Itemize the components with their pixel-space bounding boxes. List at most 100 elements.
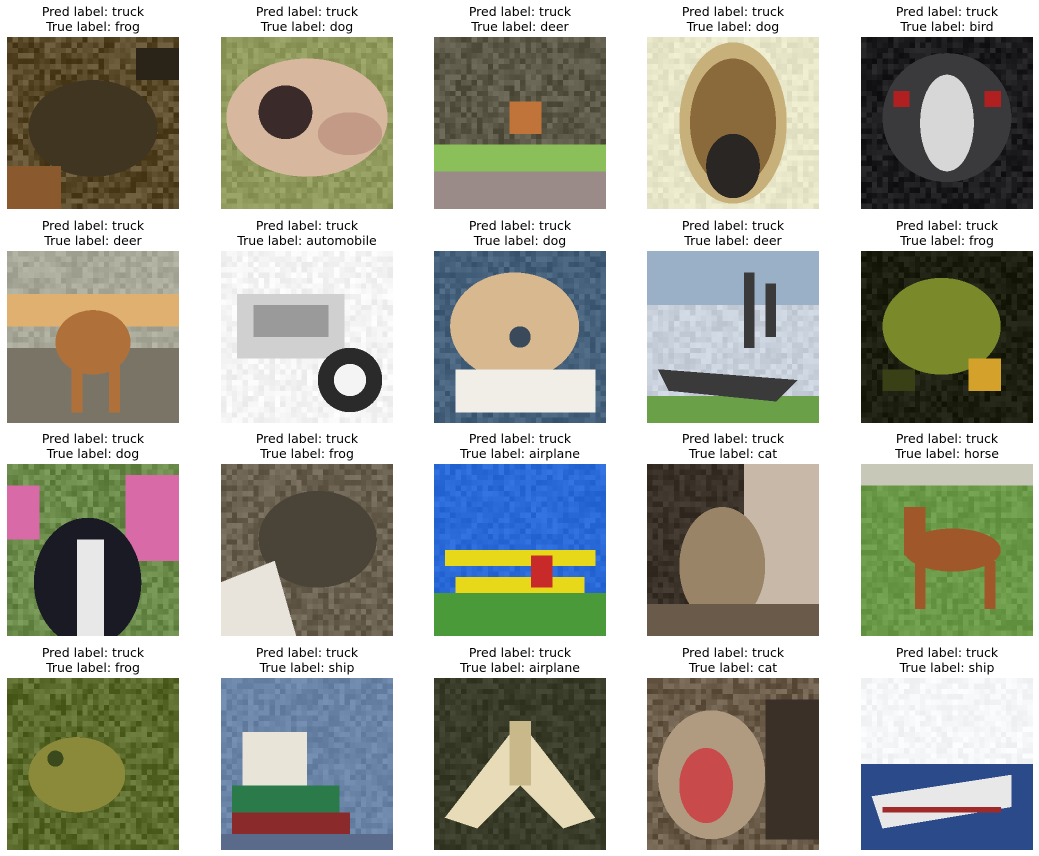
true-label: True label: dog [404, 233, 636, 248]
sample-image [647, 678, 819, 850]
sample-image-pixels [7, 464, 179, 636]
pred-label: Pred label: truck [191, 218, 423, 233]
sample-image [647, 464, 819, 636]
pred-label: Pred label: truck [617, 4, 849, 19]
true-label: True label: deer [404, 19, 636, 34]
sample-image [221, 37, 393, 209]
panel-title: Pred label: truck True label: deer [0, 218, 209, 248]
panel-title: Pred label: truck True label: ship [191, 645, 423, 675]
sample-image-pixels [861, 464, 1033, 636]
pred-label: Pred label: truck [404, 4, 636, 19]
sample-image-pixels [434, 464, 606, 636]
sample-image-pixels [647, 37, 819, 209]
panel-title: Pred label: truck True label: frog [831, 218, 1039, 248]
true-label: True label: frog [0, 19, 209, 34]
sample-image-pixels [861, 251, 1033, 423]
true-label: True label: horse [831, 446, 1039, 461]
sample-image [861, 251, 1033, 423]
panel-title: Pred label: truck True label: ship [831, 645, 1039, 675]
true-label: True label: frog [831, 233, 1039, 248]
sample-image-pixels [434, 251, 606, 423]
true-label: True label: bird [831, 19, 1039, 34]
pred-label: Pred label: truck [0, 645, 209, 660]
pred-label: Pred label: truck [404, 218, 636, 233]
panel-title: Pred label: truck True label: bird [831, 4, 1039, 34]
panel-title: Pred label: truck True label: frog [0, 4, 209, 34]
sample-image [221, 464, 393, 636]
image-grid: Pred label: truck True label: frog Pred la… [0, 0, 1039, 856]
sample-image [861, 37, 1033, 209]
panel-title: Pred label: truck True label: cat [617, 431, 849, 461]
sample-image-pixels [434, 678, 606, 850]
sample-image [647, 251, 819, 423]
sample-image-pixels [221, 37, 393, 209]
panel-title: Pred label: truck True label: dog [404, 218, 636, 248]
sample-image-pixels [221, 464, 393, 636]
sample-image-pixels [647, 251, 819, 423]
sample-image [221, 678, 393, 850]
sample-image-pixels [647, 678, 819, 850]
panel-title: Pred label: truck True label: dog [0, 431, 209, 461]
panel-title: Pred label: truck True label: deer [404, 4, 636, 34]
sample-image-pixels [7, 678, 179, 850]
sample-image [434, 678, 606, 850]
sample-image-pixels [221, 678, 393, 850]
pred-label: Pred label: truck [191, 431, 423, 446]
panel-title: Pred label: truck True label: horse [831, 431, 1039, 461]
sample-image-pixels [647, 464, 819, 636]
true-label: True label: dog [191, 19, 423, 34]
true-label: True label: cat [617, 446, 849, 461]
sample-image [434, 251, 606, 423]
true-label: True label: automobile [191, 233, 423, 248]
sample-image-pixels [7, 251, 179, 423]
pred-label: Pred label: truck [0, 4, 209, 19]
sample-image [434, 464, 606, 636]
panel-title: Pred label: truck True label: cat [617, 645, 849, 675]
true-label: True label: cat [617, 660, 849, 675]
true-label: True label: deer [617, 233, 849, 248]
panel-title: Pred label: truck True label: deer [617, 218, 849, 248]
pred-label: Pred label: truck [831, 4, 1039, 19]
sample-image-pixels [221, 251, 393, 423]
pred-label: Pred label: truck [404, 431, 636, 446]
pred-label: Pred label: truck [617, 645, 849, 660]
pred-label: Pred label: truck [831, 218, 1039, 233]
sample-image-pixels [7, 37, 179, 209]
panel-title: Pred label: truck True label: dog [191, 4, 423, 34]
pred-label: Pred label: truck [617, 431, 849, 446]
sample-image [647, 37, 819, 209]
panel-title: Pred label: truck True label: automobile [191, 218, 423, 248]
sample-image [861, 464, 1033, 636]
panel-title: Pred label: truck True label: frog [191, 431, 423, 461]
pred-label: Pred label: truck [0, 218, 209, 233]
sample-image [7, 37, 179, 209]
sample-image-pixels [434, 37, 606, 209]
panel-title: Pred label: truck True label: airplane [404, 645, 636, 675]
sample-image-pixels [861, 678, 1033, 850]
panel-title: Pred label: truck True label: dog [617, 4, 849, 34]
pred-label: Pred label: truck [831, 645, 1039, 660]
true-label: True label: deer [0, 233, 209, 248]
sample-image [221, 251, 393, 423]
true-label: True label: dog [617, 19, 849, 34]
true-label: True label: frog [0, 660, 209, 675]
sample-image [434, 37, 606, 209]
panel-title: Pred label: truck True label: airplane [404, 431, 636, 461]
panel-title: Pred label: truck True label: frog [0, 645, 209, 675]
pred-label: Pred label: truck [0, 431, 209, 446]
true-label: True label: ship [191, 660, 423, 675]
pred-label: Pred label: truck [831, 431, 1039, 446]
pred-label: Pred label: truck [617, 218, 849, 233]
true-label: True label: ship [831, 660, 1039, 675]
sample-image [7, 251, 179, 423]
true-label: True label: airplane [404, 660, 636, 675]
pred-label: Pred label: truck [191, 645, 423, 660]
sample-image [861, 678, 1033, 850]
true-label: True label: dog [0, 446, 209, 461]
sample-image [7, 678, 179, 850]
sample-image [7, 464, 179, 636]
sample-image-pixels [861, 37, 1033, 209]
pred-label: Pred label: truck [404, 645, 636, 660]
true-label: True label: frog [191, 446, 423, 461]
true-label: True label: airplane [404, 446, 636, 461]
